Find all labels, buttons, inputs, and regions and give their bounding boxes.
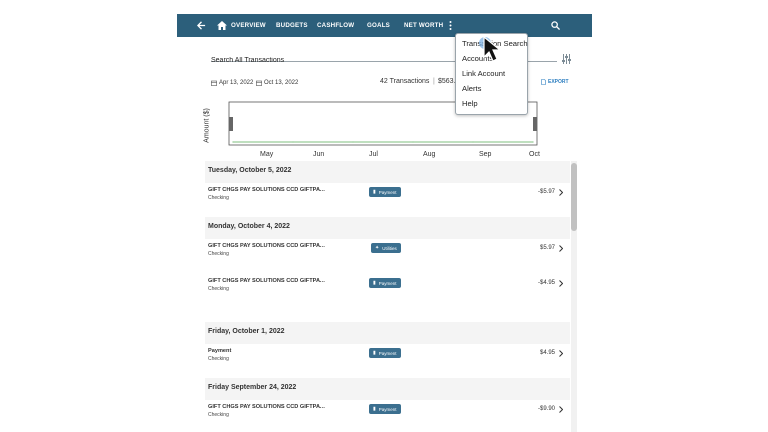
more-vertical-icon[interactable]: [445, 14, 455, 37]
table-row[interactable]: GIFT CHGS PAY SOLUTIONS CCD GIFTPAY SOLU…: [205, 183, 570, 217]
transaction-account: Checking: [208, 195, 229, 201]
transaction-description: GIFT CHGS PAY SOLUTIONS CCD GIFTPAY SOLU…: [208, 187, 328, 193]
x-tick-label: Jun: [313, 151, 325, 158]
filter-sliders-icon[interactable]: [562, 51, 572, 64]
transaction-account: Checking: [208, 356, 229, 362]
data-point: [232, 141, 234, 143]
transaction-description: Payment: [208, 348, 232, 354]
table-row[interactable]: GIFT CHGS PAY SOLUTIONS CCD GIFTPAY SOLU…: [205, 273, 570, 307]
menu-item-alerts[interactable]: Alerts: [462, 84, 481, 93]
chevron-right-icon[interactable]: [559, 406, 563, 413]
x-tick-label: Aug: [423, 151, 436, 158]
nav-net-worth[interactable]: NET WORTH: [404, 14, 443, 37]
data-point: [532, 141, 534, 143]
x-tick-label: May: [260, 151, 274, 158]
arrow-left-icon[interactable]: [194, 14, 208, 37]
date-group-header: Monday, October 4, 2022: [205, 217, 570, 239]
menu-item-link-account[interactable]: Link Account: [462, 69, 505, 78]
export-label: EXPORT: [548, 79, 569, 85]
utilities-icon: ✦: [375, 245, 380, 251]
chevron-right-icon[interactable]: [559, 189, 563, 196]
nav-goals[interactable]: GOALS: [367, 14, 390, 37]
x-tick-label: Jul: [369, 151, 378, 158]
category-badge[interactable]: ▮ Payment: [369, 348, 401, 358]
start-date-label: Apr 13, 2022: [219, 79, 254, 86]
chevron-right-icon[interactable]: [559, 350, 563, 357]
category-badge[interactable]: ▮ Payment: [369, 278, 401, 288]
transaction-account: Checking: [208, 286, 229, 292]
payment-icon: ▮: [373, 189, 376, 195]
data-point: [472, 141, 474, 143]
group-date-label: Friday, October 1, 2022: [208, 328, 285, 335]
transaction-list: Tuesday, October 5, 2022 GIFT CHGS PAY S…: [205, 161, 570, 432]
export-icon: [541, 79, 546, 85]
nav-budgets[interactable]: BUDGETS: [276, 14, 308, 37]
transaction-description: GIFT CHGS PAY SOLUTIONS CCD GIFTPAY SOLU…: [208, 404, 328, 410]
group-date-label: Monday, October 4, 2022: [208, 223, 290, 230]
transaction-amount: -$5.97: [537, 189, 555, 195]
data-point: [352, 141, 354, 143]
category-label: Utilities: [382, 245, 397, 251]
range-handle-left[interactable]: [229, 117, 233, 131]
table-row[interactable]: GIFT CHGS PAY SOLUTIONS CCD GIFTPAY SOLU…: [205, 400, 570, 432]
home-icon[interactable]: [216, 14, 228, 37]
payment-icon: ▮: [373, 280, 376, 286]
list-scrollbar[interactable]: [571, 161, 577, 432]
calendar-icon: [211, 80, 217, 86]
transaction-description: GIFT CHGS PAY SOLUTIONS CCD GIFTPAY SOLU…: [208, 278, 328, 284]
top-navigation-bar: OVERVIEW BUDGETS CASHFLOW GOALS NET WORT…: [177, 14, 592, 37]
transaction-total: $563.: [438, 78, 456, 85]
summary-separator: |: [433, 78, 435, 85]
scrollbar-thumb[interactable]: [571, 163, 577, 231]
category-label: Payment: [378, 406, 397, 412]
nav-cashflow[interactable]: CASHFLOW: [317, 14, 354, 37]
table-row[interactable]: Payment Checking ▮ Payment $4.95: [205, 344, 570, 378]
date-group-header: Tuesday, October 5, 2022: [205, 161, 570, 183]
payment-icon: ▮: [373, 350, 376, 356]
transaction-account: Checking: [208, 412, 229, 418]
nav-overview[interactable]: OVERVIEW: [231, 14, 266, 37]
category-badge[interactable]: ✦ Utilities: [371, 243, 401, 253]
export-button[interactable]: EXPORT: [541, 79, 569, 85]
mouse-pointer-cursor: [479, 35, 502, 62]
payment-icon: ▮: [373, 406, 376, 412]
x-tick-label: Sep: [479, 151, 492, 158]
range-handle-right[interactable]: [533, 117, 537, 131]
search-input[interactable]: [211, 54, 471, 67]
start-date-filter[interactable]: Apr 13, 2022: [211, 78, 253, 87]
search-icon[interactable]: [549, 14, 561, 37]
category-label: Payment: [378, 350, 397, 356]
app-window: OVERVIEW BUDGETS CASHFLOW GOALS NET WORT…: [177, 14, 592, 432]
end-date-label: Oct 13, 2022: [264, 79, 299, 86]
date-group-header: Friday September 24, 2022: [205, 378, 570, 400]
transaction-account: Checking: [208, 251, 229, 257]
data-point: [412, 141, 414, 143]
transaction-amount: $5.97: [539, 245, 555, 251]
date-group-header: Friday, October 1, 2022: [205, 322, 570, 344]
transaction-description: GIFT CHGS PAY SOLUTIONS CCD GIFTPAY SOLU…: [208, 243, 328, 249]
group-date-label: Friday September 24, 2022: [208, 384, 297, 391]
menu-item-help[interactable]: Help: [462, 99, 478, 108]
category-badge[interactable]: ▮ Payment: [369, 187, 401, 197]
calendar-icon: [256, 80, 262, 86]
category-label: Payment: [378, 280, 397, 286]
end-date-filter[interactable]: Oct 13, 2022: [256, 78, 298, 87]
table-row[interactable]: GIFT CHGS PAY SOLUTIONS CCD GIFTPAY SOLU…: [205, 239, 570, 273]
chevron-right-icon[interactable]: [559, 280, 563, 287]
transaction-amount: -$4.95: [537, 280, 555, 286]
x-tick-label: Oct: [529, 151, 540, 158]
transaction-amount: -$9.90: [537, 406, 555, 412]
data-point: [292, 141, 294, 143]
chevron-right-icon[interactable]: [559, 245, 563, 252]
category-badge[interactable]: ▮ Payment: [369, 404, 401, 414]
category-label: Payment: [378, 189, 397, 195]
transaction-count: 42 Transactions: [380, 78, 430, 85]
transaction-amount: $4.95: [539, 350, 555, 356]
group-date-label: Tuesday, October 5, 2022: [208, 167, 292, 174]
